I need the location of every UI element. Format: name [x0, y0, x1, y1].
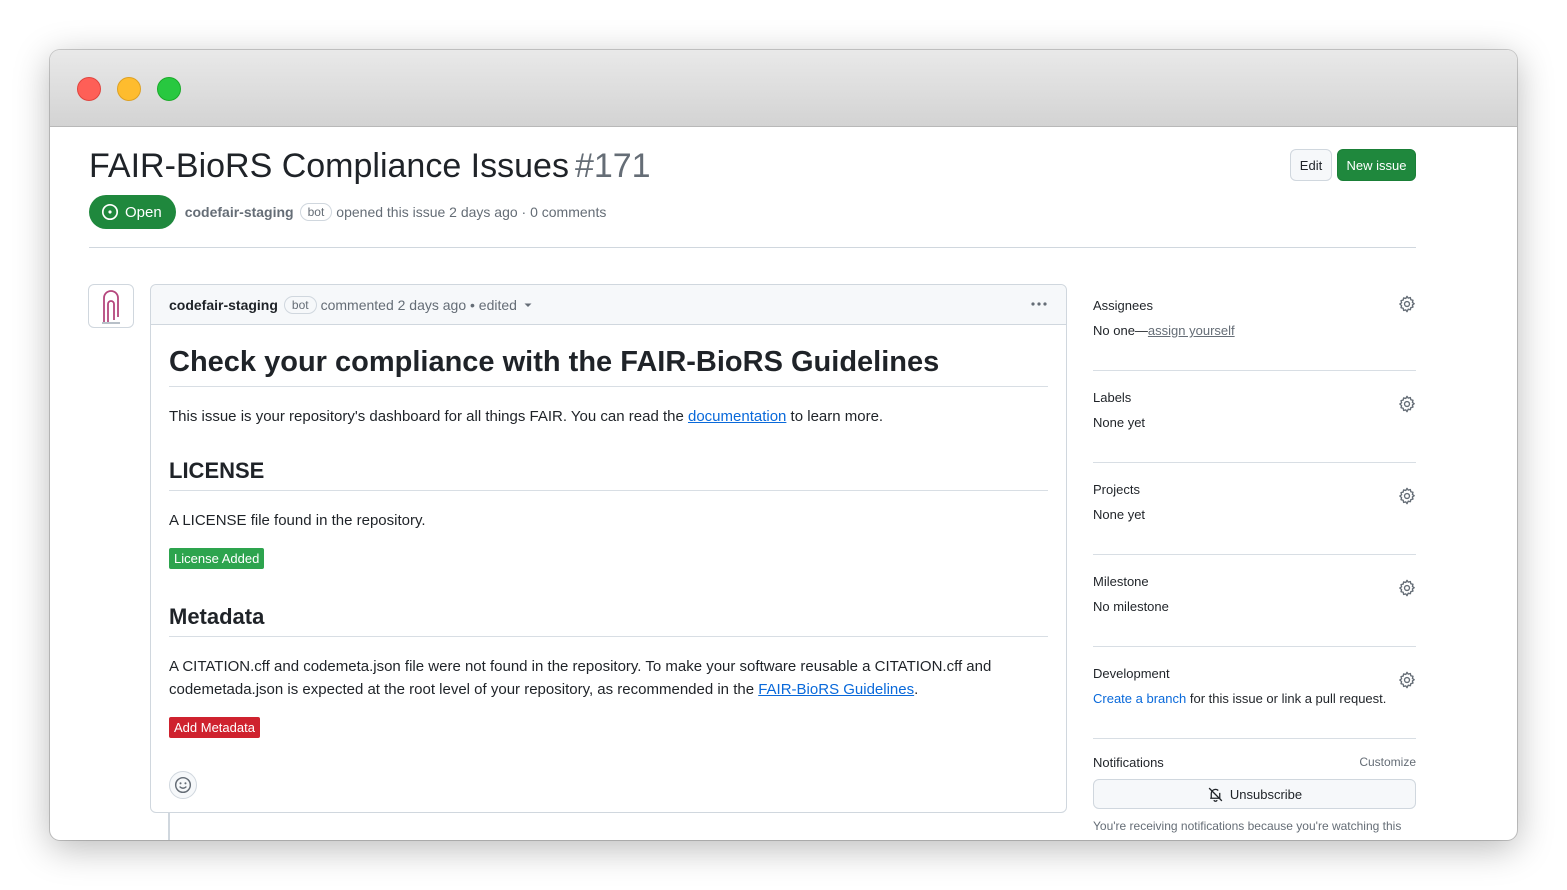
issue-state-label: Open — [125, 203, 162, 221]
license-added-badge[interactable]: License Added — [169, 548, 265, 569]
minimize-window-button[interactable] — [117, 77, 141, 101]
projects-value: None yet — [1093, 507, 1146, 522]
labels-value: None yet — [1093, 415, 1146, 430]
intro-text-after: to learn more. — [786, 408, 884, 425]
create-branch-link[interactable]: Create a branch — [1093, 691, 1186, 706]
issue-title: FAIR-BioRS Compliance Issues #171 — [89, 147, 651, 186]
metadata-heading: Metadata — [169, 604, 1048, 637]
development-section: Development Create a branch for this iss… — [1093, 655, 1416, 739]
issue-number: #171 — [574, 147, 651, 185]
intro-paragraph: This issue is your repository's dashboar… — [169, 405, 1048, 428]
documentation-link[interactable]: documentation — [688, 408, 786, 425]
kebab-horizontal-icon[interactable] — [1030, 295, 1048, 318]
milestone-value: No milestone — [1093, 599, 1169, 614]
assignees-section: Assignees No one—assign yourself — [1093, 287, 1416, 371]
issue-title-text: FAIR-BioRS Compliance Issues — [89, 147, 569, 185]
browser-window: FAIR-BioRS Compliance Issues #171 Edit Ne… — [50, 50, 1517, 840]
edited-dropdown-icon[interactable] — [523, 300, 533, 310]
window-titlebar — [50, 50, 1517, 127]
header-divider — [89, 247, 1416, 248]
issue-sidebar: Assignees No one—assign yourself Labels … — [1093, 287, 1416, 840]
comment-author-link[interactable]: codefair-staging — [169, 297, 278, 313]
unsubscribe-button[interactable]: Unsubscribe — [1093, 779, 1416, 809]
smiley-icon — [174, 776, 192, 794]
license-heading: LICENSE — [169, 458, 1048, 491]
avatar[interactable] — [88, 284, 134, 328]
bot-badge: bot — [299, 203, 333, 221]
issue-comment: codefair-staging bot commented 2 days ag… — [150, 284, 1067, 813]
projects-section: Projects None yet — [1093, 471, 1416, 555]
development-suffix: for this issue or link a pull request. — [1186, 691, 1387, 706]
notifications-note: You're receiving notifications because y… — [1093, 819, 1402, 840]
development-value: Create a branch for this issue or link a… — [1093, 691, 1416, 711]
comment-header: codefair-staging bot commented 2 days ag… — [151, 285, 1066, 325]
issue-opened-icon — [101, 203, 119, 221]
assign-yourself-link[interactable]: assign yourself — [1148, 323, 1235, 338]
codefair-logo-icon — [102, 290, 120, 324]
milestone-gear-icon[interactable] — [1398, 579, 1416, 597]
assignees-heading[interactable]: Assignees — [1093, 287, 1416, 323]
close-window-button[interactable] — [77, 77, 101, 101]
milestone-section: Milestone No milestone — [1093, 563, 1416, 647]
bell-slash-icon — [1208, 787, 1223, 802]
comment-bot-badge: bot — [283, 295, 317, 314]
development-gear-icon[interactable] — [1398, 671, 1416, 689]
issue-meta-text: opened this issue 2 days ago · 0 comment… — [336, 204, 607, 220]
maximize-window-button[interactable] — [157, 77, 181, 101]
comment-heading: Check your compliance with the FAIR-BioR… — [169, 346, 1048, 387]
unsubscribe-label: Unsubscribe — [1229, 786, 1303, 802]
metadata-paragraph: A CITATION.cff and codemeta.json file we… — [169, 655, 1048, 701]
labels-heading[interactable]: Labels — [1093, 379, 1416, 415]
license-text: A LICENSE file found in the repository. — [169, 512, 426, 529]
add-metadata-badge[interactable]: Add Metadata — [169, 717, 260, 738]
projects-heading[interactable]: Projects — [1093, 471, 1416, 507]
timeline-line — [168, 813, 170, 840]
assignees-value: No one—assign yourself — [1093, 323, 1416, 343]
milestone-heading[interactable]: Milestone — [1093, 563, 1416, 599]
labels-gear-icon[interactable] — [1398, 395, 1416, 413]
customize-link[interactable]: Customize — [1359, 755, 1416, 769]
issue-meta: Open codefair-staging bot opened this is… — [89, 195, 606, 229]
development-heading[interactable]: Development — [1093, 655, 1416, 691]
assignees-gear-icon[interactable] — [1398, 295, 1416, 313]
projects-gear-icon[interactable] — [1398, 487, 1416, 505]
edit-button[interactable]: Edit — [1290, 149, 1332, 181]
metadata-text-after: . — [914, 681, 919, 698]
add-reaction-button[interactable] — [169, 771, 197, 799]
issue-author-link[interactable]: codefair-staging — [185, 204, 294, 220]
labels-section: Labels None yet — [1093, 379, 1416, 463]
comment-meta-text: commented 2 days ago • edited — [320, 296, 517, 313]
notifications-section: Notifications Customize Unsubscribe You'… — [1093, 739, 1416, 840]
intro-text-before: This issue is your repository's dashboar… — [169, 408, 688, 425]
fair-biors-guidelines-link[interactable]: FAIR-BioRS Guidelines — [758, 681, 914, 698]
comment-body: Check your compliance with the FAIR-BioR… — [151, 346, 1066, 799]
issue-state-badge: Open — [89, 195, 176, 229]
assignees-prefix: No one— — [1093, 323, 1148, 338]
issue-page: FAIR-BioRS Compliance Issues #171 Edit Ne… — [50, 127, 1517, 840]
new-issue-button[interactable]: New issue — [1337, 149, 1416, 181]
